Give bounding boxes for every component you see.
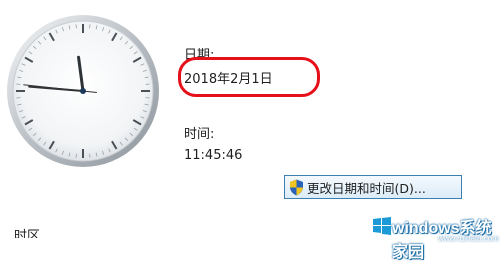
timezone-label-fragment: 时区 xyxy=(0,226,40,238)
watermark-domain: www.ruihafu.com xyxy=(438,234,499,243)
time-value: 11:45:46 xyxy=(184,148,242,163)
clock-center-dot xyxy=(80,88,86,94)
uac-shield-icon xyxy=(289,179,304,196)
change-date-time-label: 更改日期和时间(D)... xyxy=(307,178,426,197)
watermark: windows系统家园 www.ruihafu.com xyxy=(368,214,500,250)
time-label: 时间: xyxy=(184,123,214,142)
date-highlight-annotation xyxy=(178,57,320,97)
windows-logo-icon xyxy=(372,216,392,236)
change-date-time-button[interactable]: 更改日期和时间(D)... xyxy=(284,175,462,199)
analog-clock xyxy=(6,14,160,168)
